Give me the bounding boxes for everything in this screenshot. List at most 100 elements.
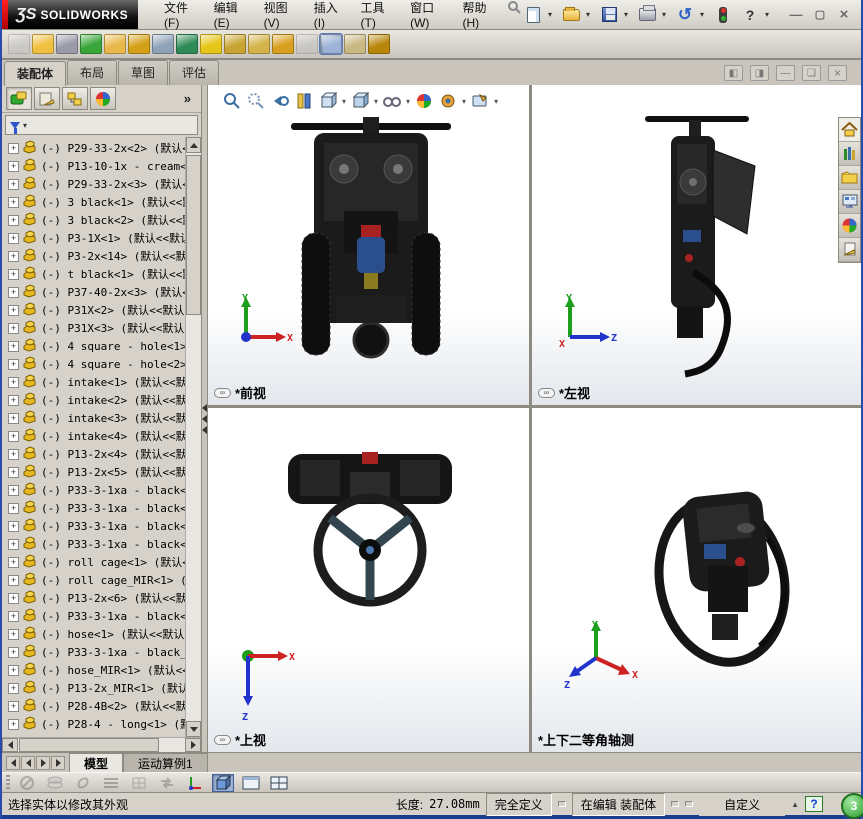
open-icon[interactable] xyxy=(559,4,583,26)
last-tab-icon[interactable] xyxy=(51,755,65,770)
tree-item[interactable]: + (-) hose<1> (默认<<默认 xyxy=(4,625,185,643)
command-tab[interactable]: 装配体 xyxy=(4,61,67,86)
menu-item[interactable]: 工具(T) xyxy=(351,0,399,34)
panel-expand-chevron[interactable]: » xyxy=(184,91,197,106)
tree-item[interactable]: + (-) P3-1X<1> (默认<<默认 xyxy=(4,229,185,247)
command-tab[interactable]: 草图 xyxy=(118,60,169,85)
tree-item[interactable]: + (-) P37-40-2x<3> (默认< xyxy=(4,283,185,301)
expand-plus-icon[interactable]: + xyxy=(8,394,19,406)
tree-item[interactable]: + (-) t black<1> (默认<<默 xyxy=(4,265,185,283)
custom-properties-icon[interactable] xyxy=(839,238,860,262)
expand-plus-icon[interactable]: + xyxy=(8,232,19,244)
undo-icon[interactable]: ↺ xyxy=(673,4,697,26)
expand-plus-icon[interactable]: + xyxy=(8,484,19,496)
configurationmanager-icon[interactable] xyxy=(62,87,88,110)
expand-plus-icon[interactable]: + xyxy=(8,214,19,226)
expand-plus-icon[interactable]: + xyxy=(8,376,19,388)
options-lights-icon[interactable] xyxy=(711,4,735,26)
tree-item[interactable]: + (-) intake<4> (默认<<默 xyxy=(4,427,185,445)
view-palette-icon[interactable] xyxy=(839,190,860,214)
expand-plus-icon[interactable]: + xyxy=(8,538,19,550)
tile-vertical-icon[interactable]: ◨ xyxy=(750,65,769,81)
expand-plus-icon[interactable]: + xyxy=(8,196,19,208)
study-tab[interactable]: 运动算例1 xyxy=(123,753,208,772)
file-explorer-icon[interactable] xyxy=(839,166,860,190)
tree-item[interactable]: + (-) P29-33-2x<2> (默认< xyxy=(4,139,185,157)
restore-button[interactable]: ▢ xyxy=(811,7,829,23)
tree-item[interactable]: + (-) P33-3-1xa - black<4 xyxy=(4,535,185,553)
expand-plus-icon[interactable]: + xyxy=(8,520,19,532)
coordinate-system-icon[interactable] xyxy=(184,774,206,792)
close-child-icon[interactable]: × xyxy=(828,65,847,81)
display-style-icon[interactable] xyxy=(350,91,370,111)
single-viewport-icon[interactable] xyxy=(240,774,262,792)
close-button[interactable]: × xyxy=(835,6,853,23)
displaymanager-icon[interactable] xyxy=(90,87,116,110)
appearances-icon[interactable] xyxy=(839,214,860,238)
custom-status[interactable]: 自定义 xyxy=(699,792,786,816)
menu-item[interactable]: 视图(V) xyxy=(254,0,302,34)
tree-vertical-scrollbar[interactable] xyxy=(185,137,201,737)
first-tab-icon[interactable] xyxy=(6,755,20,770)
menu-item[interactable]: 插入(I) xyxy=(304,0,349,34)
tree-item[interactable]: + (-) 3 black<1> (默认<<默 xyxy=(4,193,185,211)
menu-item[interactable]: 编辑(E) xyxy=(204,0,252,34)
expand-plus-icon[interactable]: + xyxy=(8,448,19,460)
help-icon[interactable]: ? xyxy=(738,4,762,26)
expand-plus-icon[interactable]: + xyxy=(8,322,19,334)
expand-plus-icon[interactable]: + xyxy=(8,628,19,640)
zoom-to-area-icon[interactable] xyxy=(246,91,266,111)
expand-plus-icon[interactable]: + xyxy=(8,700,19,712)
toolbar-icon[interactable] xyxy=(152,34,174,54)
scroll-left-icon[interactable] xyxy=(2,738,18,752)
tree-horizontal-scrollbar[interactable] xyxy=(2,737,201,752)
expand-plus-icon[interactable]: + xyxy=(8,610,19,622)
expand-plus-icon[interactable]: + xyxy=(8,502,19,514)
viewport-left[interactable]: Y Z X ∞ *左视 xyxy=(532,85,861,405)
print-icon[interactable] xyxy=(635,4,659,26)
tree-item[interactable]: + (-) P33-3-1xa - black<1 xyxy=(4,481,185,499)
model-left-view[interactable] xyxy=(627,110,767,380)
tree-item[interactable]: + (-) 4 square - hole<2> xyxy=(4,355,185,373)
expand-plus-icon[interactable]: + xyxy=(8,556,19,568)
tree-item[interactable]: + (-) P13-2x_MIR<1> (默认 xyxy=(4,679,185,697)
search-icon[interactable] xyxy=(507,0,521,29)
scrollbar-thumb[interactable] xyxy=(186,155,201,315)
prev-tab-icon[interactable] xyxy=(21,755,35,770)
expand-plus-icon[interactable]: + xyxy=(8,178,19,190)
expand-plus-icon[interactable]: + xyxy=(8,718,19,730)
minimize-child-icon[interactable]: — xyxy=(776,65,795,81)
viewport-isometric[interactable]: Y X Z *上下二等角轴测 xyxy=(532,408,861,752)
tree-item[interactable]: + (-) intake<2> (默认<<默 xyxy=(4,391,185,409)
four-viewport-icon[interactable] xyxy=(268,774,290,792)
filter-dropdown-icon[interactable]: ▾ xyxy=(23,121,27,130)
tree-item[interactable]: + (-) P13-2x<6> (默认<<默 xyxy=(4,589,185,607)
model-top-view[interactable] xyxy=(270,446,470,626)
toolbar-icon[interactable] xyxy=(344,34,366,54)
expand-plus-icon[interactable]: + xyxy=(8,664,19,676)
toolbar-icon[interactable] xyxy=(8,34,30,54)
design-library-icon[interactable] xyxy=(839,142,860,166)
zoom-to-fit-icon[interactable] xyxy=(222,91,242,111)
toolbar-icon[interactable] xyxy=(224,34,246,54)
previous-view-icon[interactable] xyxy=(270,91,290,111)
toolbar-icon[interactable] xyxy=(128,34,150,54)
tree-item[interactable]: + (-) P31X<2> (默认<<默认 xyxy=(4,301,185,319)
toolbar-icon[interactable] xyxy=(32,34,54,54)
view-settings-icon[interactable] xyxy=(470,91,490,111)
quick-tips-icon[interactable]: ? xyxy=(805,796,823,812)
scroll-down-icon[interactable] xyxy=(186,721,201,737)
expand-plus-icon[interactable]: + xyxy=(8,646,19,658)
toolbar-icon[interactable] xyxy=(368,34,390,54)
tree-item[interactable]: + (-) P28-4 - long<1> (默 xyxy=(4,715,185,733)
section-view-icon[interactable] xyxy=(294,91,314,111)
toolbar-icon[interactable] xyxy=(319,33,343,55)
command-tab[interactable]: 评估 xyxy=(169,60,220,85)
toolbar-icon[interactable] xyxy=(200,34,222,54)
tile-horizontal-icon[interactable]: ◧ xyxy=(724,65,743,81)
expand-plus-icon[interactable]: + xyxy=(8,682,19,694)
expand-plus-icon[interactable]: + xyxy=(8,412,19,424)
toolbar-icon[interactable] xyxy=(296,34,318,54)
edit-appearance-icon[interactable] xyxy=(414,91,434,111)
toolbar-icon[interactable] xyxy=(80,34,102,54)
